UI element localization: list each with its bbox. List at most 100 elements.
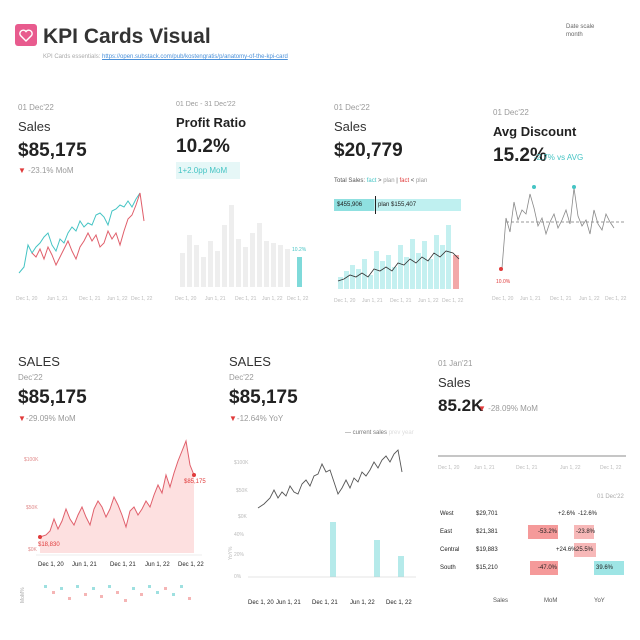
card5-strip-cell <box>132 587 135 590</box>
card4-title: Avg Discount <box>493 124 577 139</box>
card1-chart[interactable]: Dec 1, 20 Jun 1, 21 Dec 1, 21 Jun 1, 22 … <box>14 185 159 305</box>
card3-legend: Total Sales: fact > plan | fact < plan <box>334 178 427 184</box>
card3-x-tick: Dec 1, 22 <box>442 298 464 304</box>
region-sales: $19,883 <box>476 547 498 553</box>
card2-bar <box>257 223 262 287</box>
card2-bar-label: 10.2% <box>292 247 307 253</box>
region-label: East <box>440 529 453 535</box>
card5-strip-cell <box>92 587 95 590</box>
card6-yoy-bar <box>374 540 380 577</box>
card4-low-label: 10.0% <box>496 279 511 285</box>
card7-x-tick: Dec 1, 21 <box>516 465 538 471</box>
card2-x-tick: Dec 1, 22 <box>287 296 309 302</box>
region-mom: -47.0% <box>538 565 558 571</box>
card3-fact-bar <box>446 225 451 289</box>
card3-legend-fact-red: fact <box>399 178 410 184</box>
card5-strip-cell <box>68 597 71 600</box>
card6-x-tick: Dec 1, 20 <box>248 600 274 606</box>
date-scale-control[interactable]: Date scale month <box>566 23 594 39</box>
card4-date: 01 Dec'22 <box>493 108 529 117</box>
app-title: KPI Cards Visual <box>43 25 211 48</box>
card2-chart[interactable]: 10.2% Dec 1, 20 Jun 1, 21 Dec 1, 21 Jun … <box>172 195 312 305</box>
card3-fact-bar <box>398 245 403 289</box>
card3-x-tick: Dec 1, 20 <box>334 298 356 304</box>
card5-start-label: $18,830 <box>38 542 60 548</box>
card5-strip-cell <box>76 585 79 588</box>
card1-x-tick: Dec 1, 21 <box>79 296 101 302</box>
card3-fact-bar <box>350 265 355 289</box>
card6-yoy-bars <box>330 522 404 577</box>
article-link[interactable]: https://open.substack.com/pub/kostengrat… <box>102 54 288 60</box>
card5-x-tick: Jun 1, 21 <box>72 562 97 568</box>
table-row[interactable]: East $21,381 -53.2% -23.8% <box>440 525 630 539</box>
card1-value: $85,175 <box>18 140 87 161</box>
region-label: South <box>440 565 456 571</box>
table-header-yoy: YoY <box>594 598 605 604</box>
region-label: West <box>440 511 454 517</box>
card2-bar <box>201 257 206 287</box>
card5-date: Dec'22 <box>18 373 43 382</box>
card3-bullet-fact-label: $455,906 <box>337 202 363 208</box>
card3-fact-bar <box>428 259 433 289</box>
region-yoy: -12.6% <box>578 511 598 517</box>
card4-chart[interactable]: 10.0% Dec 1, 20 Jun 1, 21 Dec 1, 21 Jun … <box>490 180 630 305</box>
card4-x-tick: Dec 1, 20 <box>492 296 514 302</box>
card2-x-tick: Jun 1, 22 <box>262 296 283 302</box>
card5-strip-cell <box>148 585 151 588</box>
card6-x-tick: Jun 1, 21 <box>276 600 301 606</box>
card6-x-tick: Jun 1, 22 <box>350 600 375 606</box>
card5-strip-cell <box>124 599 127 602</box>
card3-fact-bar <box>422 241 427 289</box>
card2-x-tick: Dec 1, 20 <box>175 296 197 302</box>
card4-high-point <box>572 185 576 189</box>
card1-x-tick: Jun 1, 22 <box>107 296 128 302</box>
card4-x-tick: Jun 1, 22 <box>579 296 600 302</box>
card2-bars <box>180 205 290 287</box>
card2-bar <box>236 239 241 287</box>
card2-bar <box>222 225 227 287</box>
card3-bullet-plan-label: plan $155,407 <box>378 202 417 208</box>
card3-current-bar <box>453 255 459 289</box>
region-mom: +24.6% <box>556 547 577 553</box>
card2-bar <box>278 245 283 287</box>
card2-x-tick: Jun 1, 21 <box>205 296 226 302</box>
card3-fact-bar <box>434 235 439 289</box>
card1-sales-line-red <box>31 192 145 267</box>
card6-delta: ▼-12.64% YoY <box>229 414 283 423</box>
card3-bullet-bar[interactable]: $455,906 plan $155,407 <box>334 196 461 214</box>
card5-strip-cell <box>156 591 159 594</box>
region-mom: +2.6% <box>558 511 576 517</box>
card5-strip-cell <box>172 593 175 596</box>
card5-strip-cell <box>140 593 143 596</box>
heart-icon <box>19 28 33 42</box>
table-row[interactable]: West $29,701 +2.6% -12.6% <box>440 507 630 521</box>
date-scale-label: Date scale <box>566 24 595 30</box>
card7-x-tick: Jun 1, 22 <box>560 465 581 471</box>
card1-date: 01 Dec'22 <box>18 103 54 112</box>
card5-delta: ▼-29.09% MoM <box>18 414 76 423</box>
region-mom: -53.2% <box>538 529 558 535</box>
card6-chart[interactable]: $100K $50K $0K YoY% 40% 20% 0% Dec 1, 20… <box>224 440 424 610</box>
card5-strip-cell <box>44 585 47 588</box>
card2-current-bar <box>297 257 302 287</box>
card2-delta-box: 1+2.0pp MoM <box>176 162 240 179</box>
card3-chart[interactable]: Dec 1, 20 Jun 1, 21 Dec 1, 21 Jun 1, 22 … <box>332 215 467 305</box>
card4-x-tick: Dec 1, 21 <box>550 296 572 302</box>
card6-date: Dec'22 <box>229 373 254 382</box>
card7-x-tick: Dec 1, 20 <box>438 465 460 471</box>
card5-chart[interactable]: $100K $50K $0K $18,830 $85,175 Dec 1, 20… <box>10 435 210 610</box>
card3-fact-bar <box>404 257 409 289</box>
card5-strip-cell <box>108 585 111 588</box>
card7-timeline[interactable]: Dec 1, 20 Jun 1, 21 Dec 1, 21 Jun 1, 22 … <box>434 450 630 476</box>
card2-bar <box>250 233 255 287</box>
table-row[interactable]: South $15,210 -47.0% 39.6% <box>440 561 630 575</box>
date-scale-value[interactable]: month <box>566 31 594 39</box>
table-row[interactable]: Central $19,883 +24.6% 25.5% <box>440 543 630 557</box>
card5-strip-cell <box>100 595 103 598</box>
card6-legend-b: prev year <box>388 430 414 436</box>
card5-x-tick: Dec 1, 20 <box>38 562 64 568</box>
region-yoy: 39.6% <box>596 565 614 571</box>
card7-date: 01 Jan'21 <box>438 359 473 368</box>
card5-y-tick: $0K <box>28 547 38 553</box>
card2-bar <box>243 247 248 287</box>
